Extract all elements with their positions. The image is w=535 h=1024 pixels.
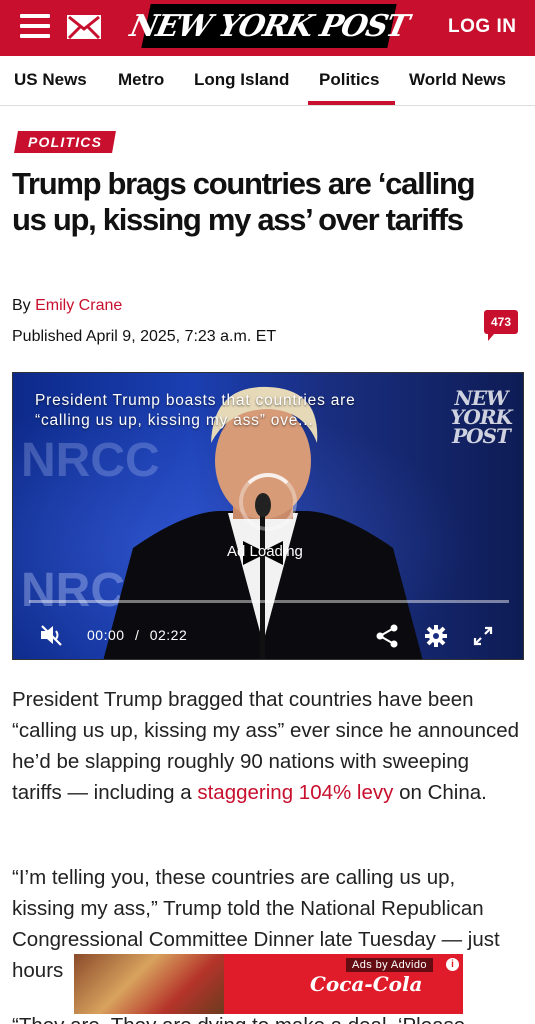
nav-item-us-news[interactable]: US News <box>14 70 87 90</box>
video-watermark-logo: NEW YORK POST <box>450 386 513 448</box>
video-player[interactable]: NRCC NRCC President Trump boasts that co… <box>12 372 524 660</box>
share-icon[interactable] <box>375 624 399 648</box>
ad-loading-text: Ad Loading <box>227 543 303 560</box>
video-progress-bar[interactable] <box>29 600 509 603</box>
nav-item-metro[interactable]: Metro <box>118 70 164 90</box>
site-header: NEW YORK POST LOG IN <box>0 0 535 56</box>
advertisement-banner[interactable]: Coca-Cola Ads by Advido i <box>74 954 463 1014</box>
ad-image <box>74 954 224 1014</box>
duration: 02:22 <box>149 627 188 643</box>
active-tab-indicator <box>308 101 395 105</box>
ad-brand-logo: Coca-Cola <box>310 972 423 996</box>
section-tag-label: POLITICS <box>28 134 103 150</box>
mute-icon[interactable] <box>39 623 65 647</box>
site-logo[interactable]: NEW YORK POST <box>127 4 411 48</box>
current-time: 00:00 <box>87 627 125 643</box>
comment-count-badge[interactable]: 473 <box>484 310 518 341</box>
article-headline: Trump brags countries are ‘calling us up… <box>12 166 476 237</box>
ad-label: Ads by Advido <box>346 958 433 972</box>
video-title: President Trump boasts that countries ar… <box>35 392 356 429</box>
staggering-levy-link[interactable]: staggering 104% levy <box>197 781 393 804</box>
fullscreen-icon[interactable] <box>473 626 493 646</box>
section-tag[interactable]: POLITICS <box>14 131 117 153</box>
time-separator: / <box>134 627 140 643</box>
byline: By Emily Crane <box>12 297 122 315</box>
login-button[interactable]: LOG IN <box>448 16 516 38</box>
paragraph-1-text-end: on China. <box>393 781 487 804</box>
published-date: Published April 9, 2025, 7:23 a.m. ET <box>12 328 277 345</box>
nav-item-world-news[interactable]: World News <box>409 70 506 90</box>
hamburger-menu-icon[interactable] <box>20 14 50 40</box>
logo-text: NEW YORK POST <box>126 8 412 44</box>
ad-info-icon[interactable]: i <box>446 958 459 971</box>
mail-icon[interactable] <box>66 13 102 41</box>
loading-spinner-icon <box>239 473 297 531</box>
video-time-display: 00:00 / 02:22 <box>87 627 187 643</box>
settings-gear-icon[interactable] <box>424 624 448 648</box>
nav-item-politics[interactable]: Politics <box>319 70 379 90</box>
byline-prefix: By <box>12 297 31 314</box>
section-nav: US News Metro Long Island Politics World… <box>0 56 535 106</box>
author-link[interactable]: Emily Crane <box>35 297 122 314</box>
article-paragraph-1: President Trump bragged that countries h… <box>12 684 522 808</box>
nav-item-long-island[interactable]: Long Island <box>194 70 289 90</box>
